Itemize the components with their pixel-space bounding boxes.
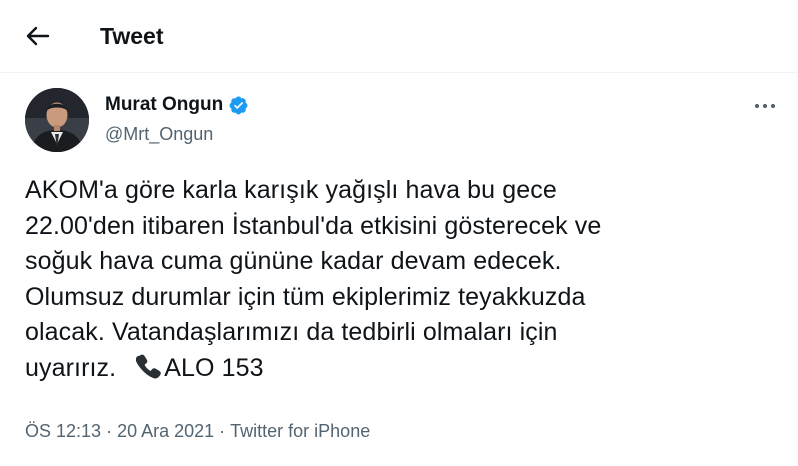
verified-badge-icon [229,96,248,114]
tweet-text-last-line: uyarırız. ALO 153 [25,351,765,387]
hotline-text: ALO 153 [164,353,264,382]
back-button[interactable] [20,21,56,51]
tweet-date[interactable]: 20 Ara 2021 [117,419,214,443]
tweet-text-line: olacak. Vatandaşlarımızı da tedbirli olm… [25,318,558,346]
tweet-text-line: AKOM'a göre karla karışık yağışlı hava b… [25,176,557,204]
top-bar: Tweet [0,0,798,73]
meta-separator: · [214,421,231,441]
meta-separator: · [101,421,118,441]
tweet-source[interactable]: Twitter for iPhone [230,419,370,443]
telephone-receiver-icon [136,354,161,378]
arrow-left-icon [26,26,50,46]
tweet-text-line: 22.00'den itibaren İstanbul'da etkisini … [25,211,602,240]
author-name-row: Murat Ongun [105,92,249,118]
tweet-text-segment: uyarırız. [25,353,117,382]
tweet-time[interactable]: ÖS 12:13 [25,419,101,443]
tweet-text-line: soğuk hava cuma gününe kadar devam edece… [25,247,562,275]
tweet-metadata: ÖS 12:13 · 20 Ara 2021 · Twitter for iPh… [25,419,370,443]
page-title: Tweet [100,23,164,49]
more-horizontal-icon [754,103,776,109]
tweet-text: AKOM'a göre karla karışık yağışlı hava b… [25,173,765,386]
author-name[interactable]: Murat Ongun [105,92,223,118]
tweet-text-line: Olumsuz durumlar için tüm ekiplerimiz te… [25,282,586,311]
author-handle[interactable]: @Mrt_Ongun [105,122,213,146]
more-options-button[interactable] [747,92,783,120]
avatar-image [25,88,89,152]
avatar[interactable] [25,88,89,152]
